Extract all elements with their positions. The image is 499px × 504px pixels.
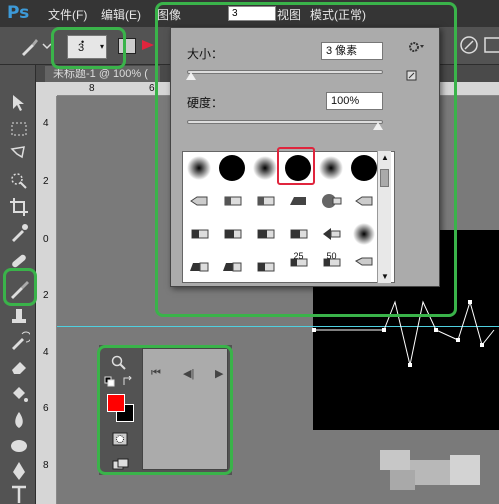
brush-size-label: 3 <box>78 42 85 54</box>
soft-round-brush-icon[interactable] <box>183 152 216 185</box>
paint-bucket-tool-icon[interactable] <box>8 383 30 405</box>
pen-tool-icon[interactable] <box>8 460 30 482</box>
ruler-mark: 6 <box>149 83 155 94</box>
ruler-mark: 4 <box>43 118 49 129</box>
hardness-slider-thumb[interactable] <box>373 122 383 130</box>
ruler-corner <box>36 82 57 96</box>
brush-size-label: 50 <box>326 251 337 261</box>
hard-round-brush-icon[interactable] <box>216 152 249 185</box>
flat-brush-icon[interactable] <box>282 218 315 251</box>
blurred-watermark <box>380 450 410 470</box>
move-tool-icon[interactable] <box>8 92 30 114</box>
airbrush-icon[interactable] <box>315 185 348 218</box>
bristle-brush-icon[interactable] <box>216 185 249 218</box>
ruler-mark: 4 <box>43 347 49 358</box>
dropdown-arrow-icon: ▾ <box>99 42 104 51</box>
flat-brush-icon[interactable] <box>183 218 216 251</box>
eraser-tool-icon[interactable] <box>8 356 30 378</box>
foreground-color-swatch[interactable] <box>107 394 125 412</box>
top-size-field[interactable]: 3 <box>228 6 276 21</box>
brush-panel-toggle-icon[interactable] <box>118 38 136 54</box>
bristle-brush-icon[interactable] <box>249 185 282 218</box>
photoshop-logo: Ps <box>7 3 30 23</box>
screen-mode-icon[interactable] <box>112 458 130 470</box>
flat-brush-icon[interactable] <box>216 218 249 251</box>
blurred-watermark <box>390 470 415 490</box>
scroll-down-icon[interactable]: ▼ <box>381 272 389 281</box>
hardness-slider[interactable] <box>187 120 383 124</box>
sponge-tool-icon[interactable] <box>8 434 30 456</box>
flat-brush-icon[interactable] <box>183 251 216 283</box>
play-icon[interactable]: ▶ <box>215 367 223 380</box>
gear-icon[interactable] <box>407 40 425 54</box>
blurred-watermark <box>450 455 480 485</box>
ruler-mark: 6 <box>43 403 49 414</box>
menu-image[interactable]: 图像 <box>157 6 181 23</box>
flat-brush-icon[interactable] <box>249 251 282 283</box>
document-tab[interactable]: 未标题-1 @ 100% ( <box>45 66 160 82</box>
hardness-label: 硬度： <box>187 96 224 110</box>
hardness-field[interactable]: 100% <box>326 92 383 110</box>
brush-preset-picker[interactable]: • 3 ▾ <box>67 35 107 59</box>
menu-file[interactable]: 文件(F) <box>48 6 87 23</box>
default-colors-icon[interactable] <box>104 376 116 388</box>
eyedropper-tool-icon[interactable] <box>8 222 30 244</box>
zigzag-path[interactable] <box>300 290 499 370</box>
ruler-mark: 8 <box>43 460 49 471</box>
prev-frame-icon[interactable]: ◀| <box>183 367 194 380</box>
ruler-mark: 2 <box>43 290 49 301</box>
size-field[interactable]: 3 像素 <box>321 42 383 60</box>
bristle-brush-icon[interactable] <box>282 185 315 218</box>
ruler-left: 4 2 0 2 4 6 8 <box>36 96 57 504</box>
brush-preset-grid: 25 50 <box>182 151 395 283</box>
scroll-up-icon[interactable]: ▲ <box>381 153 389 162</box>
menu-edit[interactable]: 编辑(E) <box>101 6 141 23</box>
bristle-brush-icon[interactable] <box>183 185 216 218</box>
chevron-down-icon[interactable] <box>42 42 52 50</box>
ruler-mark: 0 <box>43 234 49 245</box>
lasso-tool-icon[interactable] <box>8 143 30 165</box>
first-frame-icon[interactable]: ⏮ <box>151 367 161 380</box>
crop-tool-icon[interactable] <box>8 196 30 218</box>
ruler-mark: 8 <box>89 83 95 94</box>
brush-grid-scrollbar[interactable]: ▲ ▼ <box>377 151 391 283</box>
reset-size-icon[interactable] <box>406 70 418 82</box>
zoom-icon[interactable] <box>111 355 127 371</box>
quick-select-tool-icon[interactable] <box>8 169 30 191</box>
ruler-mark: 2 <box>43 176 49 187</box>
menu-mode[interactable]: 模式(正常) <box>310 6 366 23</box>
brush-tool-icon[interactable] <box>8 278 30 300</box>
healing-brush-tool-icon[interactable] <box>8 250 30 272</box>
scrollbar-thumb[interactable] <box>380 169 389 187</box>
brush-tool-icon[interactable] <box>18 36 40 58</box>
type-tool-icon[interactable] <box>8 484 30 504</box>
brush-preset-popup: 大小： 3 像素 硬度： 100% 25 50 ▲ ▼ <box>170 27 440 287</box>
quick-mask-icon[interactable] <box>112 432 128 446</box>
hard-round-brush-icon[interactable] <box>282 152 315 185</box>
fan-brush-icon[interactable] <box>315 218 348 251</box>
flat-brush-icon[interactable] <box>249 218 282 251</box>
stamp-tool-icon[interactable] <box>8 305 30 327</box>
history-brush-tool-icon[interactable] <box>8 330 30 352</box>
menu-view[interactable]: 视图 <box>277 6 301 23</box>
dodge-tool-icon[interactable] <box>8 409 30 431</box>
red-arrow-icon <box>142 40 154 50</box>
blurred-watermark <box>410 460 450 485</box>
swap-colors-icon[interactable] <box>122 376 134 388</box>
marquee-tool-icon[interactable] <box>8 118 30 140</box>
timeline-panel: ⏮ ◀| ▶ <box>142 348 228 470</box>
size-slider[interactable] <box>187 70 383 74</box>
tablet-icon[interactable] <box>482 34 499 56</box>
flat-brush-icon[interactable] <box>216 251 249 283</box>
menu-bar: Ps 文件(F) 编辑(E) 图像 3 视图 模式(正常) <box>0 0 499 27</box>
brush-size-label: 25 <box>293 251 304 261</box>
size-slider-thumb[interactable] <box>185 72 196 80</box>
soft-round-brush-icon[interactable] <box>249 152 282 185</box>
soft-round-brush-icon[interactable] <box>315 152 348 185</box>
size-label: 大小： <box>187 47 224 61</box>
pressure-icon[interactable] <box>458 34 480 56</box>
